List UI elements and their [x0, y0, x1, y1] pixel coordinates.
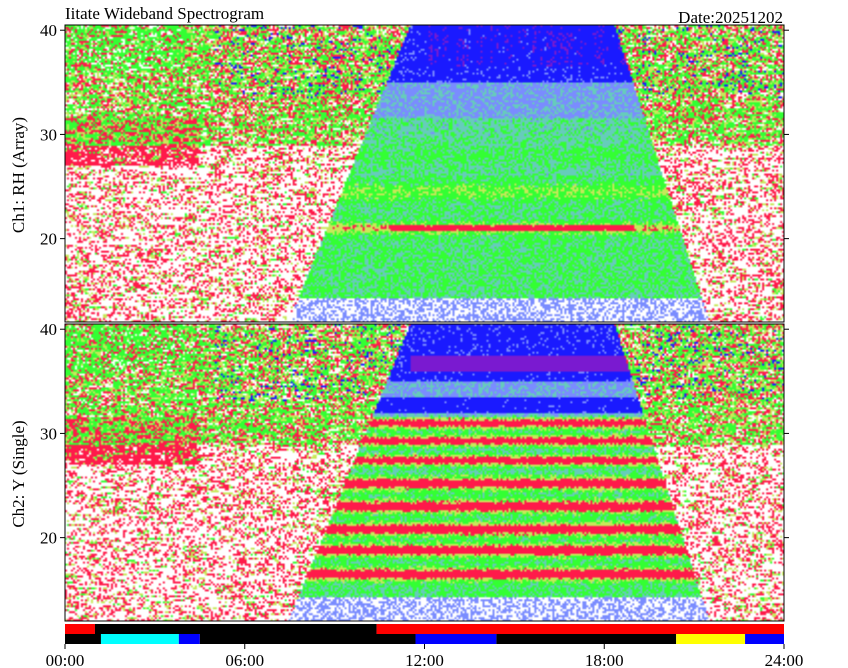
status-segment [496, 634, 677, 644]
y-tick-label: 40 [40, 21, 57, 40]
x-tick-label: 24:00 [765, 651, 804, 668]
x-tick-label: 18:00 [585, 651, 624, 668]
status-segment [199, 634, 416, 644]
status-segment [65, 634, 101, 644]
status-segment [65, 624, 95, 634]
panel-ch2: 20 30 40 Ch2: Y (Single) [9, 320, 789, 622]
ch2-ylabel: Ch2: Y (Single) [9, 420, 28, 527]
y-tick-label: 40 [40, 320, 57, 339]
ch1-ylabel: Ch1: RH (Array) [9, 117, 28, 233]
x-tick-label: 00:00 [46, 651, 85, 668]
y-tick-label: 30 [40, 424, 57, 443]
status-segment [415, 634, 497, 644]
x-tick-label: 06:00 [225, 651, 264, 668]
y-tick-label: 30 [40, 125, 57, 144]
status-segment [178, 634, 200, 644]
status-segment [676, 634, 746, 644]
status-segment [94, 624, 377, 634]
status-segment [100, 634, 179, 644]
chart-title: Iitate Wideband Spectrogram [65, 4, 264, 23]
ch1-heatmap [65, 25, 784, 322]
spectrogram-figure: Iitate Wideband Spectrogram Date:2025120… [9, 4, 804, 668]
date-label: Date:20251202 [678, 8, 783, 27]
y-tick-label: 20 [40, 529, 57, 548]
x-tick-label: 12:00 [405, 651, 444, 668]
status-segment [376, 624, 784, 634]
status-segment [745, 634, 784, 644]
ch2-heatmap [65, 324, 784, 621]
y-tick-label: 20 [40, 230, 57, 249]
x-axis-ticks: 00:00 06:00 12:00 18:00 24:00 [46, 644, 804, 668]
status-bar [65, 624, 784, 644]
panel-ch1: 20 30 40 Ch1: RH (Array) [9, 21, 789, 323]
